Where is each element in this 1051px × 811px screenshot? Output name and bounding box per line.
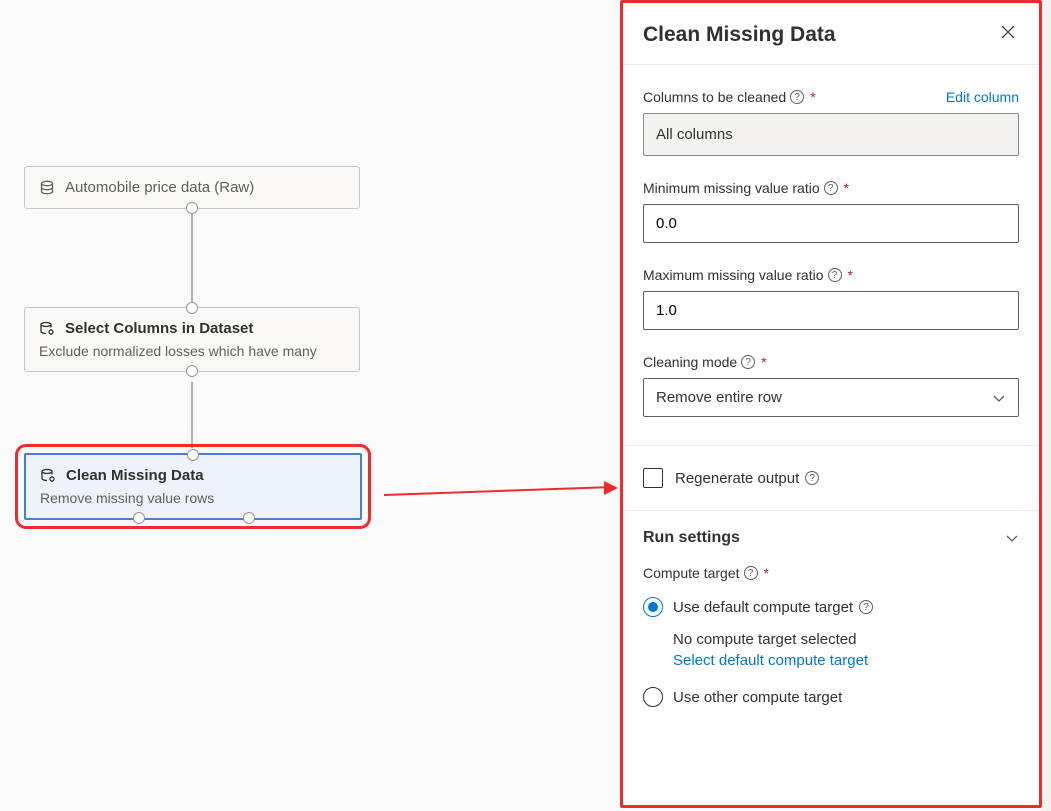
output-port[interactable]	[243, 512, 255, 524]
radio-default-label: Use default compute target	[673, 599, 853, 616]
node-subtitle: Remove missing value rows	[40, 490, 346, 506]
min-ratio-label: Minimum missing value ratio ? *	[643, 180, 1019, 196]
radio-button[interactable]	[643, 597, 663, 617]
help-icon[interactable]: ?	[824, 181, 838, 195]
close-button[interactable]	[997, 21, 1019, 48]
columns-value[interactable]: All columns	[643, 113, 1019, 156]
node-title: Select Columns in Dataset	[65, 320, 253, 337]
required-indicator: *	[848, 267, 853, 283]
cleaning-mode-value: Remove entire row	[656, 389, 782, 406]
node-automobile-data[interactable]: Automobile price data (Raw)	[24, 166, 360, 209]
properties-panel: Clean Missing Data Columns to be cleaned…	[620, 0, 1042, 808]
database-icon	[39, 180, 55, 196]
help-icon[interactable]: ?	[859, 600, 873, 614]
database-gear-icon	[40, 468, 56, 484]
node-subtitle: Exclude normalized losses which have man…	[39, 343, 345, 359]
help-icon[interactable]: ?	[741, 355, 755, 369]
connector	[182, 208, 202, 308]
node-title: Automobile price data (Raw)	[65, 179, 254, 196]
output-port[interactable]	[133, 512, 145, 524]
regenerate-label: Regenerate output ?	[675, 470, 819, 487]
output-port[interactable]	[186, 202, 198, 214]
callout-arrow-head	[604, 481, 618, 495]
pipeline-canvas[interactable]: Automobile price data (Raw) Select Colum…	[0, 0, 615, 811]
chevron-down-icon	[992, 391, 1006, 405]
radio-button[interactable]	[643, 687, 663, 707]
scrollbar[interactable]	[1042, 0, 1051, 811]
help-icon[interactable]: ?	[790, 90, 804, 104]
panel-title: Clean Missing Data	[643, 23, 836, 47]
radio-default-compute[interactable]: Use default compute target ?	[643, 597, 1019, 617]
max-ratio-input[interactable]	[643, 291, 1019, 330]
cleaning-mode-select[interactable]: Remove entire row	[643, 378, 1019, 417]
compute-target-label: Compute target ? *	[643, 565, 1019, 581]
required-indicator: *	[761, 354, 766, 370]
radio-other-label: Use other compute target	[673, 689, 842, 706]
required-indicator: *	[844, 180, 849, 196]
select-compute-link[interactable]: Select default compute target	[673, 652, 1019, 669]
chevron-down-icon[interactable]	[1005, 531, 1019, 545]
output-port[interactable]	[186, 365, 198, 377]
node-select-columns[interactable]: Select Columns in Dataset Exclude normal…	[24, 307, 360, 372]
help-icon[interactable]: ?	[828, 268, 842, 282]
database-gear-icon	[39, 321, 55, 337]
required-indicator: *	[810, 89, 815, 105]
min-ratio-input[interactable]	[643, 204, 1019, 243]
help-icon[interactable]: ?	[805, 471, 819, 485]
input-port[interactable]	[186, 302, 198, 314]
help-icon[interactable]: ?	[744, 566, 758, 580]
max-ratio-label: Maximum missing value ratio ? *	[643, 267, 1019, 283]
columns-label: Columns to be cleaned ? *	[643, 89, 816, 105]
callout-arrow	[384, 486, 606, 496]
node-clean-missing-data[interactable]: Clean Missing Data Remove missing value …	[24, 453, 362, 520]
required-indicator: *	[764, 565, 769, 581]
node-title: Clean Missing Data	[66, 467, 204, 484]
radio-other-compute[interactable]: Use other compute target	[643, 687, 1019, 707]
edit-column-link[interactable]: Edit column	[946, 89, 1019, 105]
regenerate-checkbox[interactable]	[643, 468, 663, 488]
connector	[182, 376, 202, 454]
input-port[interactable]	[187, 449, 199, 461]
run-settings-heading: Run settings	[643, 529, 740, 547]
no-compute-text: No compute target selected	[673, 631, 1019, 648]
cleaning-mode-label: Cleaning mode ? *	[643, 354, 1019, 370]
